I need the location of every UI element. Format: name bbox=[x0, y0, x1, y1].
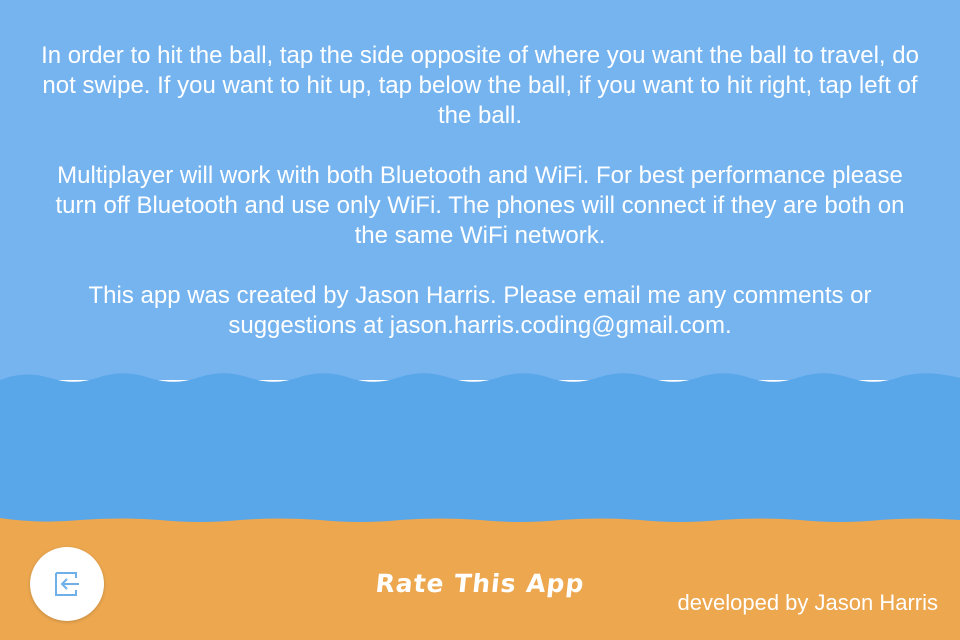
instructions-paragraph-hit: In order to hit the ball, tap the side o… bbox=[41, 42, 919, 129]
sea-background bbox=[0, 390, 960, 530]
instructions-text: In order to hit the ball, tap the side o… bbox=[40, 41, 920, 371]
developer-credit: developed by Jason Harris bbox=[677, 590, 938, 615]
instructions-paragraph-multiplayer: Multiplayer will work with both Bluetoot… bbox=[55, 162, 905, 249]
back-button[interactable] bbox=[30, 547, 104, 621]
rate-app-button[interactable]: Rate This App bbox=[348, 566, 612, 602]
instructions-paragraph-credits: This app was created by Jason Harris. Pl… bbox=[88, 282, 872, 339]
exit-arrow-icon bbox=[55, 572, 79, 596]
